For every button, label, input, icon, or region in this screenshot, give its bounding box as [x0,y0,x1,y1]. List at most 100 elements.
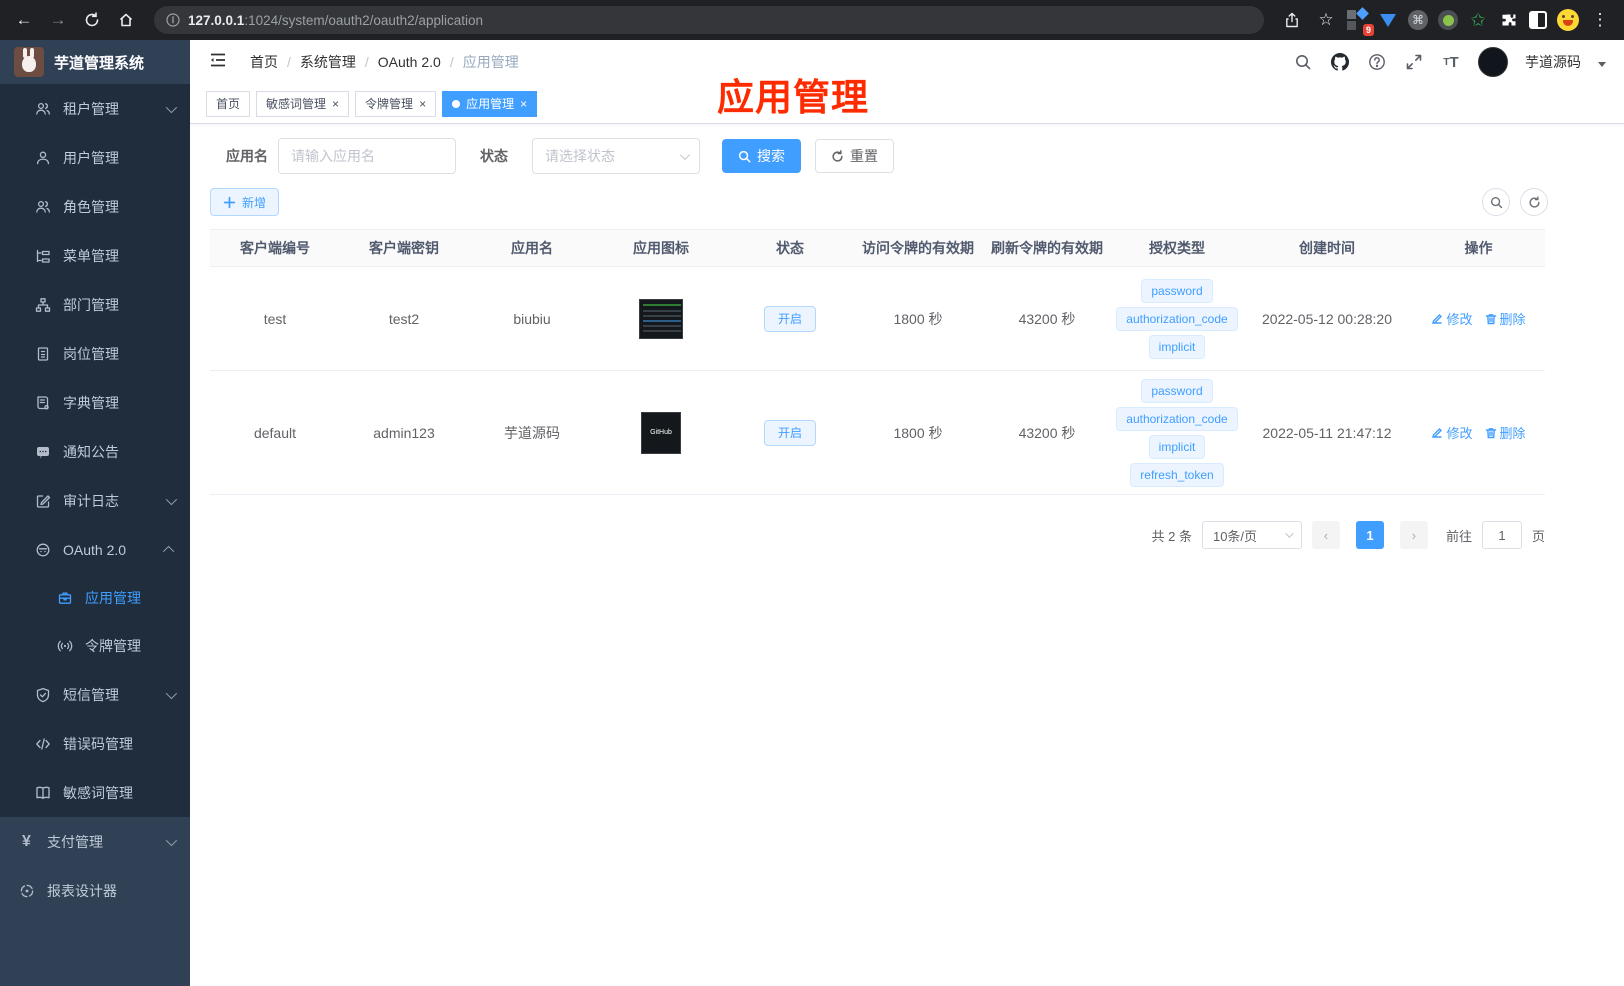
breadcrumb-oauth2[interactable]: OAuth 2.0 [378,54,441,70]
tab-token[interactable]: 令牌管理 × [355,90,437,117]
goto-page-input[interactable] [1481,521,1522,549]
refresh-icon [832,149,843,162]
sidebar-item-dept[interactable]: 部门管理 [0,280,190,329]
trash-icon [1485,313,1496,324]
message-icon [34,443,51,460]
edit-icon [1432,427,1443,438]
recorder-extension-icon[interactable] [1436,8,1460,32]
browser-menu-icon[interactable]: ⋮ [1586,6,1614,34]
status-badge: 开启 [763,305,816,332]
app-title: 芋道管理系统 [54,54,145,72]
secret-cell: admin123 [373,424,435,441]
search-icon[interactable] [1293,52,1313,72]
edit-link[interactable]: 修改 [1431,423,1473,442]
app-logo[interactable]: 芋道管理系统 [0,40,190,84]
page-size-select[interactable]: 10条/页 [1201,521,1302,549]
add-button[interactable]: 新增 [210,188,280,216]
gem-extension-icon[interactable] [1376,8,1400,32]
app-name-label: 应用名 [226,148,268,164]
close-icon[interactable]: × [419,97,426,111]
tree-list-icon [34,247,51,264]
help-icon[interactable] [1367,52,1387,72]
shield-icon [34,686,51,703]
sidebar-item-oauth2-application[interactable]: 应用管理 [0,574,190,622]
signal-icon [56,638,73,655]
profile-avatar-icon[interactable] [1556,8,1580,32]
search-icon [1490,196,1502,208]
close-icon[interactable]: × [520,97,527,111]
chevron-down-icon [165,834,178,846]
command-extension-icon[interactable]: ⌘ [1406,8,1430,32]
reload-icon[interactable] [78,6,106,34]
tab-home[interactable]: 首页 [206,90,251,117]
goto-label: 前往 [1445,528,1472,544]
tab-sensitive-word[interactable]: 敏感词管理 × [256,90,350,117]
github-icon[interactable] [1330,52,1350,72]
edit-link[interactable]: 修改 [1431,309,1473,328]
bookmark-star-icon[interactable]: ☆ [1312,6,1340,34]
sidebar-item-sms[interactable]: 短信管理 [0,670,190,719]
sidebar-item-post[interactable]: 岗位管理 [0,329,190,378]
app-name-cell: 芋道源码 [504,424,560,441]
page-content: 应用名 状态 请选择状态 搜索 重置 新增 [190,124,1624,986]
app-name-input[interactable] [278,138,456,174]
delete-link[interactable]: 删除 [1485,423,1526,442]
user-menu-caret-icon[interactable] [1598,61,1606,67]
home-icon[interactable] [112,6,140,34]
current-page[interactable]: 1 [1355,521,1384,549]
users-icon [34,198,51,215]
sidebar-item-report-designer[interactable]: 报表设计器 [0,866,190,915]
star-extension-icon[interactable]: ✩ [1466,8,1490,32]
sidebar-item-error-code[interactable]: 错误码管理 [0,719,190,768]
sidebar-item-tenant[interactable]: 租户管理 [0,84,190,133]
red-annotation-text: 应用管理 [717,77,869,118]
briefcase-icon [56,590,73,607]
fullscreen-icon[interactable] [1404,52,1424,72]
chevron-down-icon [1285,529,1294,538]
app-icon-image [639,298,683,339]
sidebar-item-user[interactable]: 用户管理 [0,133,190,182]
client-id-cell: default [253,424,297,441]
prev-page-button[interactable]: ‹ [1311,521,1340,549]
refresh-icon [1528,195,1540,208]
next-page-button[interactable]: › [1399,521,1428,549]
tab-group-extension-icon[interactable]: 9 [1346,7,1374,36]
sidebar-item-oauth2[interactable]: OAuth 2.0 [0,525,190,574]
breadcrumb-system[interactable]: 系统管理 [300,52,356,72]
sidebar-collapse-icon[interactable] [208,50,228,75]
share-icon[interactable] [1278,6,1306,34]
refresh-table-button[interactable] [1520,188,1548,216]
forward-icon[interactable]: → [44,6,72,34]
sidebar-item-audit-log[interactable]: 审计日志 [0,476,190,525]
breadcrumb-home[interactable]: 首页 [250,52,278,72]
sidebar-item-pay[interactable]: ¥ 支付管理 [0,817,190,866]
tab-application[interactable]: 应用管理 × [442,90,538,117]
active-dot [452,99,461,108]
sidebar-item-dict[interactable]: 字典管理 [0,378,190,427]
reset-button[interactable]: 重置 [815,139,894,173]
split-view-extension-icon[interactable] [1526,8,1550,32]
table-row: default admin123 芋道源码 GitHub 开启 1800 秒 4… [210,371,1545,495]
sidebar-item-oauth2-token[interactable]: 令牌管理 [0,622,190,670]
sidebar-item-notice[interactable]: 通知公告 [0,427,190,476]
sidebar-item-menu[interactable]: 菜单管理 [0,231,190,280]
sidebar-item-role[interactable]: 角色管理 [0,182,190,231]
user-avatar[interactable] [1478,47,1508,77]
sidebar: 芋道管理系统 租户管理 用户管理 角色管理 菜单管理 部门管理 岗位管理 字典管… [0,40,190,986]
table-row: test test2 biubiu 开启 1800 秒 43200 秒 pass… [210,267,1545,371]
url-bar[interactable]: 127.0.0.1:1024/system/oauth2/oauth2/appl… [154,6,1264,34]
delete-link[interactable]: 删除 [1485,309,1526,328]
back-icon[interactable]: ← [10,6,38,34]
extensions-puzzle-icon[interactable] [1496,8,1520,32]
font-size-icon[interactable]: TT [1441,52,1461,72]
close-icon[interactable]: × [332,97,339,111]
site-info-icon[interactable] [166,13,180,27]
status-select[interactable]: 请选择状态 [532,138,700,174]
grant-type-tags: password authorization_code implicit ref… [1116,378,1238,487]
status-badge: 开启 [763,419,816,446]
app-name-cell: biubiu [513,310,551,327]
dictionary-icon [34,394,51,411]
search-button[interactable]: 搜索 [722,139,801,173]
toggle-search-button[interactable] [1482,188,1510,216]
sidebar-item-sensitive-word[interactable]: 敏感词管理 [0,768,190,817]
